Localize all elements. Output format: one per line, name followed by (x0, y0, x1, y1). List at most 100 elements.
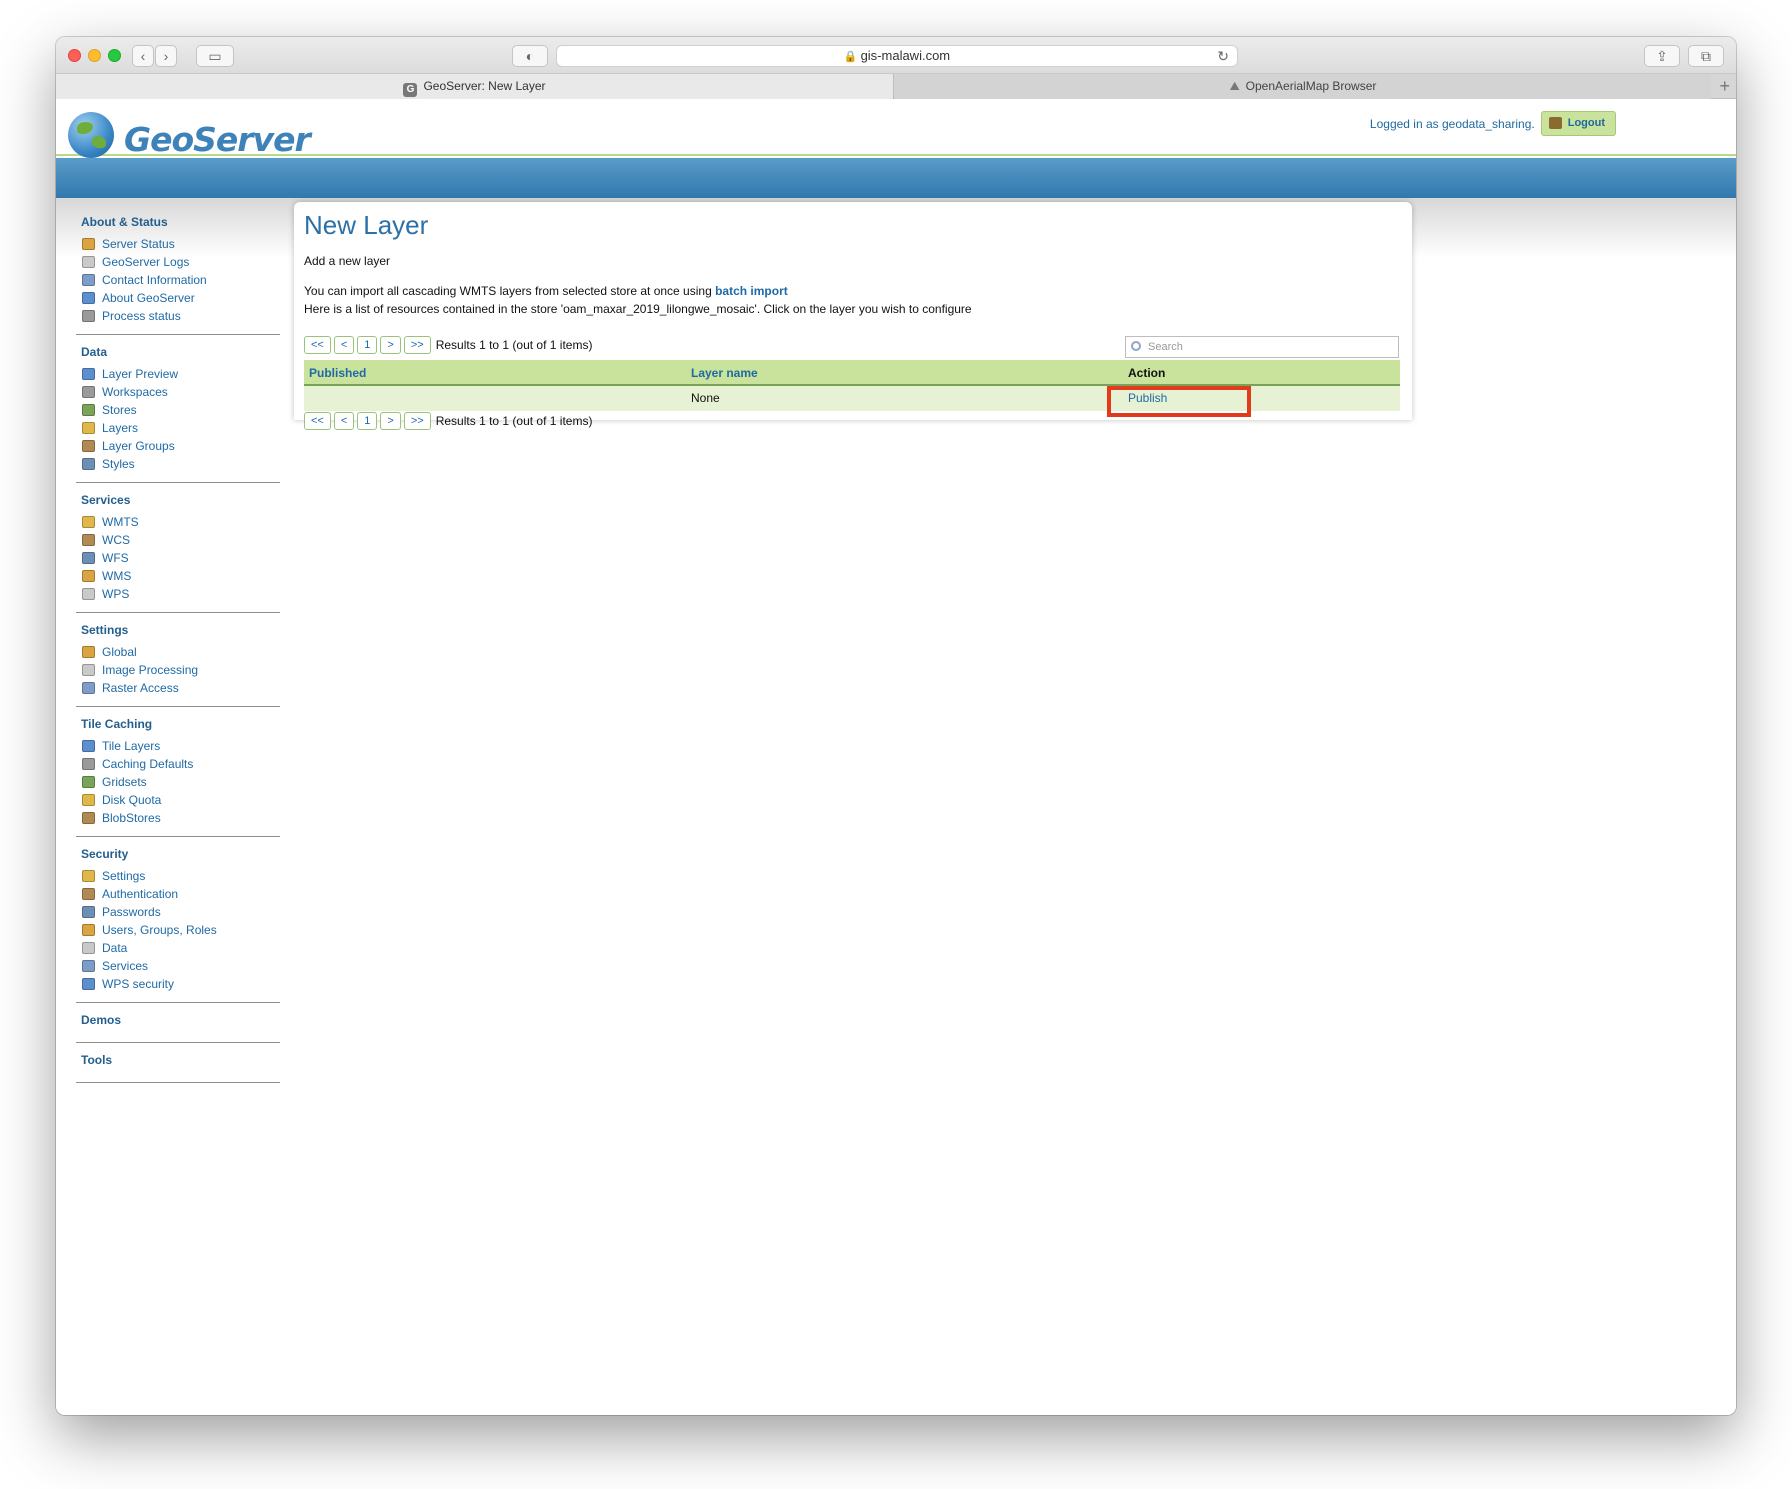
sidebar-section-title[interactable]: Demos (76, 1009, 280, 1033)
shield-icon: ◐ (525, 48, 535, 64)
sidebar-item-label: Passwords (102, 905, 161, 919)
close-window-button[interactable] (68, 49, 81, 62)
pager-last-button[interactable]: >> (403, 336, 431, 354)
sidebar-item[interactable]: Process status (76, 307, 280, 325)
geoserver-favicon-icon: G (403, 83, 418, 97)
sidebar-item[interactable]: Workspaces (76, 383, 280, 401)
sidebar-section: Tile Caching Tile Layers Caching Defaults G… (76, 707, 280, 837)
pager-next-button[interactable]: > (380, 412, 401, 430)
browser-window: ‹ › ▭ ◐ 🔒 gis-malawi.com ↻ ⇪ ⧉ G GeoServer… (56, 37, 1736, 1415)
pager-prev-button[interactable]: < (333, 336, 355, 354)
sidebar-item-label: Gridsets (102, 775, 147, 789)
search-input[interactable]: Search (1125, 336, 1399, 358)
sidebar-item-icon (82, 588, 95, 600)
sidebar-item-label: WCS (102, 533, 130, 547)
pager-page-button[interactable]: 1 (357, 412, 378, 430)
sidebar-item-label: Process status (102, 309, 181, 323)
reload-icon[interactable]: ↻ (1217, 46, 1229, 66)
sidebar-item[interactable]: BlobStores (76, 809, 280, 827)
sidebar-item[interactable]: Layer Groups (76, 437, 280, 455)
sidebar-item[interactable]: Tile Layers (76, 737, 280, 755)
sidebar-item[interactable]: GeoServer Logs (76, 253, 280, 271)
zoom-window-button[interactable] (108, 49, 121, 62)
sidebar-item[interactable]: Disk Quota (76, 791, 280, 809)
share-button[interactable]: ⇪ (1644, 45, 1680, 67)
sidebar-item-label: Server Status (102, 237, 175, 251)
column-layer-name[interactable]: Layer name (691, 360, 758, 386)
title-bar: ‹ › ▭ ◐ 🔒 gis-malawi.com ↻ ⇪ ⧉ (56, 37, 1736, 74)
tab-geoserver[interactable]: G GeoServer: New Layer (56, 74, 894, 99)
column-published[interactable]: Published (309, 360, 366, 386)
publish-link[interactable]: Publish (1128, 386, 1167, 411)
page-subtitle: Add a new layer (304, 254, 391, 268)
sidebar-item[interactable]: About GeoServer (76, 289, 280, 307)
sidebar-item[interactable]: WMS (76, 567, 280, 585)
sidebar-item-icon (82, 924, 95, 936)
minimize-window-button[interactable] (88, 49, 101, 62)
sidebar-item[interactable]: WFS (76, 549, 280, 567)
sidebar-section-title: Tile Caching (81, 717, 153, 731)
sidebar-item[interactable]: Image Processing (76, 661, 280, 679)
sidebar-item[interactable]: WPS (76, 585, 280, 603)
forward-button[interactable]: › (155, 45, 177, 67)
sidebar-item-icon (82, 758, 95, 770)
sidebar-item[interactable]: Passwords (76, 903, 280, 921)
sidebar-item-icon (82, 368, 95, 380)
sidebar-item[interactable]: Gridsets (76, 773, 280, 791)
back-button[interactable]: ‹ (132, 45, 154, 67)
sidebar-item[interactable]: Layers (76, 419, 280, 437)
share-icon: ⇪ (1656, 48, 1668, 64)
sidebar-item[interactable]: Services (76, 957, 280, 975)
sidebar-item[interactable]: Contact Information (76, 271, 280, 289)
sidebar-item[interactable]: Server Status (76, 235, 280, 253)
oam-favicon-icon: ⛰ (1229, 79, 1240, 93)
sidebar-item-label: Settings (102, 869, 146, 883)
sidebar-item[interactable]: Users, Groups, Roles (76, 921, 280, 939)
sidebar-item-icon (82, 664, 95, 676)
batch-import-prefix: You can import all cascading WMTS layers… (304, 284, 716, 298)
address-bar[interactable]: 🔒 gis-malawi.com ↻ (556, 45, 1238, 67)
pager-first-button[interactable]: << (304, 412, 331, 430)
privacy-button[interactable]: ◐ (512, 45, 548, 67)
tabs-overview-button[interactable]: ⧉ (1688, 45, 1724, 67)
pager-last-button[interactable]: >> (403, 412, 431, 430)
sidebar-item[interactable]: Authentication (76, 885, 280, 903)
sidebar-item[interactable]: Settings (76, 867, 280, 885)
sidebar-item[interactable]: WMTS (76, 513, 280, 531)
sidebar-item[interactable]: Caching Defaults (76, 755, 280, 773)
sidebar-toggle-button[interactable]: ▭ (196, 45, 234, 67)
sidebar-section: Security Settings Authentication Passwords U… (76, 837, 280, 1003)
pager-first-button[interactable]: << (304, 336, 331, 354)
sidebar-section: About & Status Server Status GeoServer Log… (76, 205, 280, 335)
sidebar-item-icon (82, 942, 95, 954)
sidebar-item[interactable]: Stores (76, 401, 280, 419)
pager-page-button[interactable]: 1 (357, 336, 378, 354)
sidebar-item[interactable]: Data (76, 939, 280, 957)
pager-results: Results 1 to 1 (out of 1 items) (435, 414, 593, 428)
sidebar-item[interactable]: Layer Preview (76, 365, 280, 383)
table-row: None Publish (304, 386, 1400, 411)
pager-prev-button[interactable]: < (333, 412, 355, 430)
resources-table: Published Layer name Action None Publish (304, 360, 1400, 411)
sidebar-item[interactable]: WPS security (76, 975, 280, 993)
new-tab-button[interactable]: + (1719, 74, 1730, 98)
batch-import-link[interactable]: batch import (715, 284, 788, 298)
sidebar-item-label: Disk Quota (102, 793, 162, 807)
pager-next-button[interactable]: > (380, 336, 401, 354)
pager-results: Results 1 to 1 (out of 1 items) (435, 338, 593, 352)
tab-openaerialmap[interactable]: ⛰ OpenAerialMap Browser (895, 74, 1711, 99)
sidebar-item-icon (82, 274, 95, 286)
sidebar-item[interactable]: Raster Access (76, 679, 280, 697)
sidebar-item-label: WMS (102, 569, 132, 583)
sidebar-item[interactable]: Global (76, 643, 280, 661)
sidebar-item[interactable]: Styles (76, 455, 280, 473)
sidebar-item-label: Caching Defaults (102, 757, 194, 771)
sidebar-item[interactable]: WCS (76, 531, 280, 549)
sidebar-section: Demos (76, 1003, 280, 1043)
sidebar-section-title: Settings (81, 623, 129, 637)
geoserver-header: GeoServer Logged in as geodata_sharing. … (56, 100, 1736, 159)
logout-button[interactable]: Logout (1540, 111, 1616, 136)
sidebar-section-title[interactable]: Tools (76, 1049, 280, 1073)
sidebar-item-icon (82, 740, 95, 752)
sidebar-item-label: WMTS (102, 515, 139, 529)
